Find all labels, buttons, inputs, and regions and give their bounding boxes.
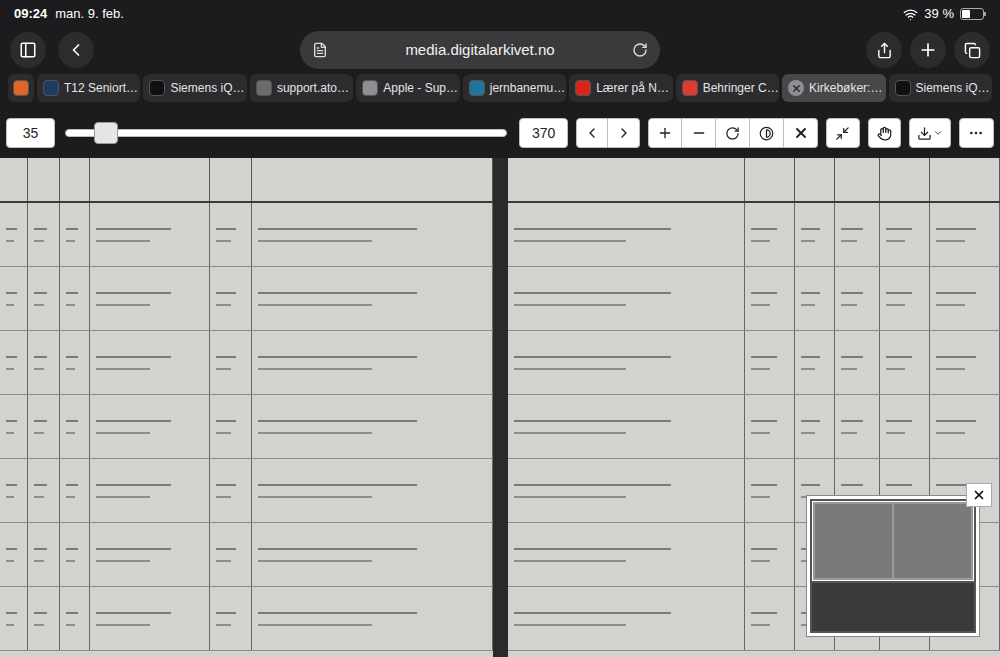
tab-label: jernbanemu… (490, 79, 565, 97)
browser-tab[interactable]: Siemens iQ… (889, 74, 992, 102)
contrast-button[interactable] (750, 118, 784, 148)
sidebar-button[interactable] (10, 32, 46, 68)
battery-icon (960, 8, 986, 20)
download-button[interactable] (909, 118, 950, 148)
reset-button[interactable] (784, 118, 818, 148)
tab-label: Siemens iQ… (170, 79, 244, 97)
browser-tab[interactable]: jernbanemu… (463, 74, 566, 102)
plus-icon (918, 40, 938, 60)
minimap-close-button[interactable] (966, 483, 992, 507)
minimap-viewport[interactable] (812, 501, 974, 581)
close-tab-icon[interactable] (788, 80, 804, 96)
slider-thumb[interactable] (94, 122, 118, 144)
browser-tab[interactable]: Siemens iQ… (143, 74, 246, 102)
favicon-icon (682, 80, 698, 96)
share-icon (876, 42, 893, 59)
tabs-overview-button[interactable] (954, 32, 990, 68)
favicon-icon (469, 80, 485, 96)
favicon-icon (895, 80, 911, 96)
tab-label: Apple - Sup… (383, 79, 458, 97)
zoom-out-button[interactable] (682, 118, 716, 148)
url-text: media.digitalarkivet.no (336, 39, 624, 62)
browser-tab[interactable]: support.ato… (250, 74, 353, 102)
new-tab-button[interactable] (910, 32, 946, 68)
status-time: 09:24 (14, 4, 47, 24)
tabs-icon (964, 42, 981, 59)
tab-label: Lærer på N… (596, 79, 669, 97)
more-icon (968, 125, 984, 141)
browser-tab[interactable]: Lærer på N… (569, 74, 672, 102)
favicon-icon (43, 80, 59, 96)
tab-label: support.ato… (277, 79, 349, 97)
page-input[interactable]: 35 (6, 118, 55, 148)
zoom-out-icon (691, 125, 707, 141)
reader-icon[interactable] (312, 42, 328, 58)
scan-gutter (493, 158, 508, 657)
status-bar: 09:24 man. 9. feb. 39 % (0, 0, 1000, 28)
favicon-icon (362, 80, 378, 96)
scan-left-page (0, 158, 493, 657)
favicon-icon (149, 80, 165, 96)
address-bar[interactable]: media.digitalarkivet.no (300, 31, 660, 69)
back-icon (66, 40, 86, 60)
reload-icon[interactable] (632, 42, 648, 58)
tab-label: Kirkebøker:… (809, 79, 882, 97)
tab-bar: T12 Seniort… Siemens iQ… support.ato… Apple… (0, 72, 1000, 104)
contrast-icon (759, 126, 774, 141)
browser-toolbar: media.digitalarkivet.no (0, 28, 1000, 72)
next-page-button[interactable] (608, 118, 640, 148)
download-icon (917, 126, 932, 141)
caret-icon (933, 128, 943, 138)
page-slider[interactable] (65, 118, 507, 148)
tab-label: T12 Seniort… (64, 79, 138, 97)
favicon-icon (575, 80, 591, 96)
ipad-screen: 09:24 man. 9. feb. 39 % media.digitalarkive… (0, 0, 1000, 657)
zoom-in-button[interactable] (648, 118, 682, 148)
pinned-tab[interactable] (8, 74, 34, 102)
close-icon (793, 125, 809, 141)
total-pages: 370 (519, 118, 568, 148)
tab-label: Behringer C… (703, 79, 779, 97)
fit-button[interactable] (826, 118, 859, 148)
browser-tab[interactable]: Kirkebøker:… (782, 74, 885, 102)
hand-icon (877, 126, 892, 141)
zoom-in-icon (657, 125, 673, 141)
viewer-toolbar: 35 370 (0, 108, 1000, 158)
fit-icon (835, 126, 850, 141)
pan-button[interactable] (868, 118, 901, 148)
browser-tab[interactable]: Behringer C… (676, 74, 779, 102)
status-date: man. 9. feb. (55, 4, 124, 24)
close-icon (972, 488, 986, 502)
browser-tab[interactable]: T12 Seniort… (37, 74, 140, 102)
rotate-button[interactable] (716, 118, 750, 148)
tab-label: Siemens iQ… (916, 79, 990, 97)
back-button[interactable] (58, 32, 94, 68)
rotate-icon (725, 126, 740, 141)
previous-page-button[interactable] (576, 118, 608, 148)
favicon-icon (13, 80, 29, 96)
chevron-left-icon (584, 125, 600, 141)
more-button[interactable] (959, 118, 994, 148)
chevron-right-icon (616, 125, 632, 141)
sidebar-icon (19, 41, 37, 59)
share-button[interactable] (866, 32, 902, 68)
favicon-icon (256, 80, 272, 96)
minimap[interactable] (806, 495, 980, 637)
wifi-icon (903, 7, 918, 22)
browser-tab[interactable]: Apple - Sup… (356, 74, 459, 102)
battery-percent: 39 % (924, 4, 954, 24)
